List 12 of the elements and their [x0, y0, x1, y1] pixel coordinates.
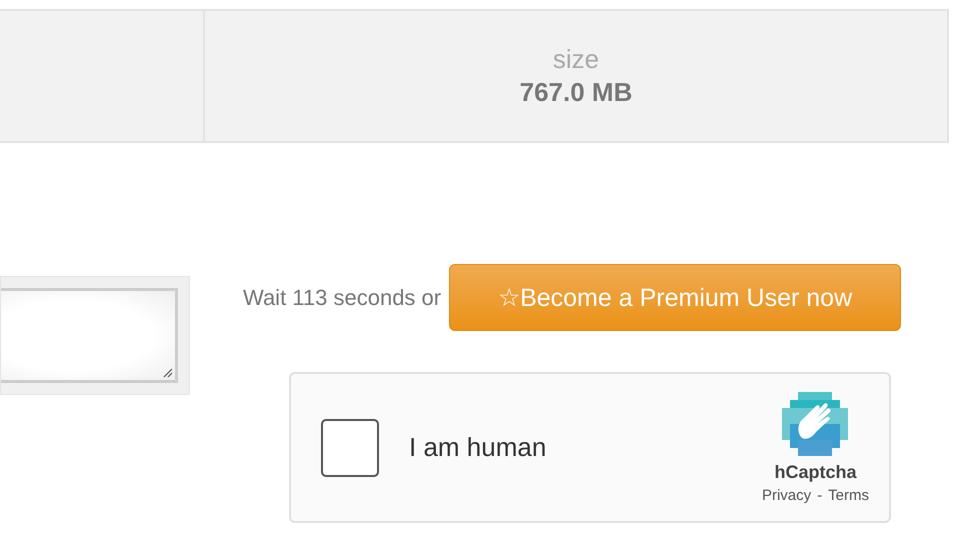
hand-logo-icon [782, 392, 848, 456]
privacy-link[interactable]: Privacy [762, 486, 812, 504]
checkbox[interactable] [321, 418, 379, 476]
terms-link[interactable]: Terms [828, 486, 869, 504]
input-field[interactable] [1, 288, 178, 383]
size-label: size [552, 44, 600, 75]
wait-text: Wait 113 seconds or [243, 284, 442, 310]
checkbox-label: I am human [409, 432, 548, 463]
link-separator: - [817, 486, 822, 504]
resize-grip-icon[interactable] [161, 366, 173, 378]
size-value: 767.0 MB [520, 77, 632, 108]
brand-name: hCaptcha [774, 462, 856, 482]
